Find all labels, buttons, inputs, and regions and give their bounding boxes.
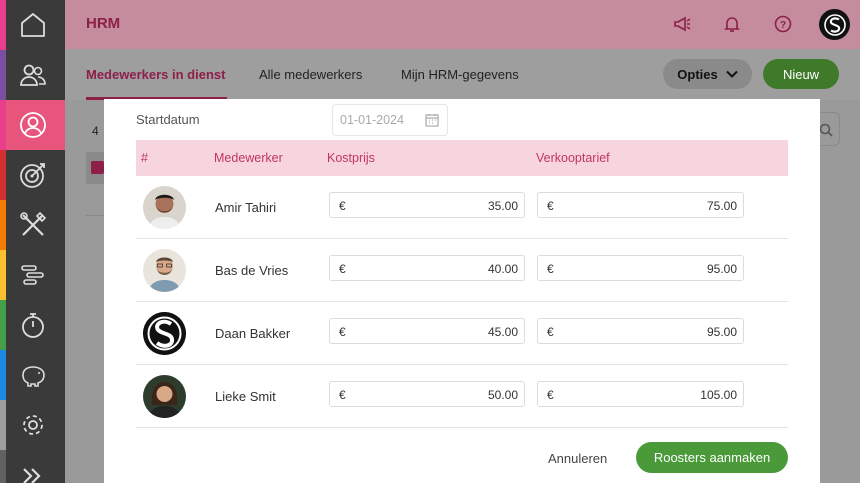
search-icon <box>819 123 833 137</box>
tab-all-employees[interactable]: Alle medewerkers <box>259 67 362 82</box>
gear-icon <box>22 415 43 435</box>
table-header: # Medewerker Kostprijs Verkooptarief <box>136 140 788 176</box>
megaphone-icon[interactable] <box>670 12 694 36</box>
cost-price-input[interactable]: € 35.00 <box>329 192 525 218</box>
stopwatch-icon <box>21 313 44 338</box>
home-icon <box>20 13 45 37</box>
sidebar-item-home[interactable] <box>0 0 65 50</box>
planning-icon <box>20 265 44 285</box>
cost-price-value: 40.00 <box>487 262 518 276</box>
sales-rate-value: 75.00 <box>706 199 737 213</box>
sidebar-item-planning[interactable] <box>0 250 65 300</box>
logo-icon <box>823 13 846 36</box>
start-date-label: Startdatum <box>136 112 200 127</box>
sales-rate-value: 95.00 <box>706 262 737 276</box>
currency-symbol: € <box>339 262 346 276</box>
tools-icon <box>19 211 46 236</box>
sales-rate-input[interactable]: € 95.00 <box>537 255 744 281</box>
employee-avatar <box>143 249 186 292</box>
sidebar-item-finance[interactable] <box>0 350 65 400</box>
divider <box>86 215 106 216</box>
create-schedules-dialog: Startdatum 01-01-2024 # Medewerker Kostp… <box>104 99 820 483</box>
column-header-cost: Kostprijs <box>327 151 375 165</box>
cost-price-value: 45.00 <box>487 325 518 339</box>
table-row: Bas de Vries € 40.00 € 95.00 <box>136 239 788 302</box>
employee-name: Lieke Smit <box>215 389 276 404</box>
start-date-value: 01-01-2024 <box>340 113 404 127</box>
chevron-down-icon <box>726 70 738 78</box>
sidebar-item-hrm[interactable] <box>0 100 65 150</box>
options-button[interactable]: Opties <box>663 59 752 89</box>
column-header-rate: Verkooptarief <box>536 151 610 165</box>
sales-rate-value: 95.00 <box>706 325 737 339</box>
sidebar-item-tools[interactable] <box>0 200 65 250</box>
sales-rate-value: 105.00 <box>700 388 737 402</box>
currency-symbol: € <box>339 325 346 339</box>
sidebar-item-time[interactable] <box>0 300 65 350</box>
cancel-button[interactable]: Annuleren <box>548 451 607 466</box>
cost-price-input[interactable]: € 50.00 <box>329 381 525 407</box>
sidebar-item-goals[interactable] <box>0 150 65 200</box>
cost-price-input[interactable]: € 45.00 <box>329 318 525 344</box>
sidebar-item-users[interactable] <box>0 50 65 100</box>
employee-name: Daan Bakker <box>215 326 291 341</box>
user-circle-icon <box>19 112 46 138</box>
start-date-field[interactable]: 01-01-2024 <box>332 104 448 136</box>
help-icon[interactable]: ? <box>771 12 795 36</box>
users-icon <box>19 64 46 86</box>
sales-rate-input[interactable]: € 75.00 <box>537 192 744 218</box>
cost-price-value: 50.00 <box>487 388 518 402</box>
tab-bar: Medewerkers in dienst Alle medewerkers M… <box>65 49 860 100</box>
cost-price-input[interactable]: € 40.00 <box>329 255 525 281</box>
table-row: Amir Tahiri € 35.00 € 75.00 <box>136 176 788 239</box>
sidebar-item-expand[interactable] <box>0 450 65 483</box>
cost-price-value: 35.00 <box>487 199 518 213</box>
employee-avatar <box>143 375 186 418</box>
new-button[interactable]: Nieuw <box>763 59 839 89</box>
currency-symbol: € <box>547 388 554 402</box>
app-title: HRM <box>86 15 121 32</box>
sidebar <box>0 0 65 483</box>
top-bar: HRM ? <box>65 0 860 49</box>
column-header-employee: Medewerker <box>214 151 283 165</box>
column-header-index: # <box>141 151 148 165</box>
piggy-bank-icon <box>21 366 45 387</box>
currency-symbol: € <box>339 388 346 402</box>
account-avatar[interactable] <box>819 9 850 40</box>
options-label: Opties <box>677 66 718 82</box>
currency-symbol: € <box>547 325 554 339</box>
currency-symbol: € <box>547 262 554 276</box>
sales-rate-input[interactable]: € 105.00 <box>537 381 744 407</box>
currency-symbol: € <box>339 199 346 213</box>
result-count: 4 <box>92 124 99 138</box>
svg-text:?: ? <box>780 20 786 31</box>
employee-avatar <box>143 186 186 229</box>
employee-avatar <box>143 312 186 355</box>
table-row: Daan Bakker € 45.00 € 95.00 <box>136 302 788 365</box>
expand-icon <box>22 468 41 483</box>
tab-employees-active[interactable]: Medewerkers in dienst <box>86 67 225 82</box>
currency-symbol: € <box>547 199 554 213</box>
sidebar-item-settings[interactable] <box>0 400 65 450</box>
bell-icon[interactable] <box>720 12 744 36</box>
table-row: Lieke Smit € 50.00 € 105.00 <box>136 365 788 428</box>
calendar-icon[interactable] <box>425 113 439 127</box>
employee-name: Amir Tahiri <box>215 200 277 215</box>
sales-rate-input[interactable]: € 95.00 <box>537 318 744 344</box>
employee-name: Bas de Vries <box>215 263 289 278</box>
create-schedules-button[interactable]: Roosters aanmaken <box>636 442 788 473</box>
tab-my-hrm[interactable]: Mijn HRM-gegevens <box>401 67 519 82</box>
target-icon <box>19 163 45 188</box>
